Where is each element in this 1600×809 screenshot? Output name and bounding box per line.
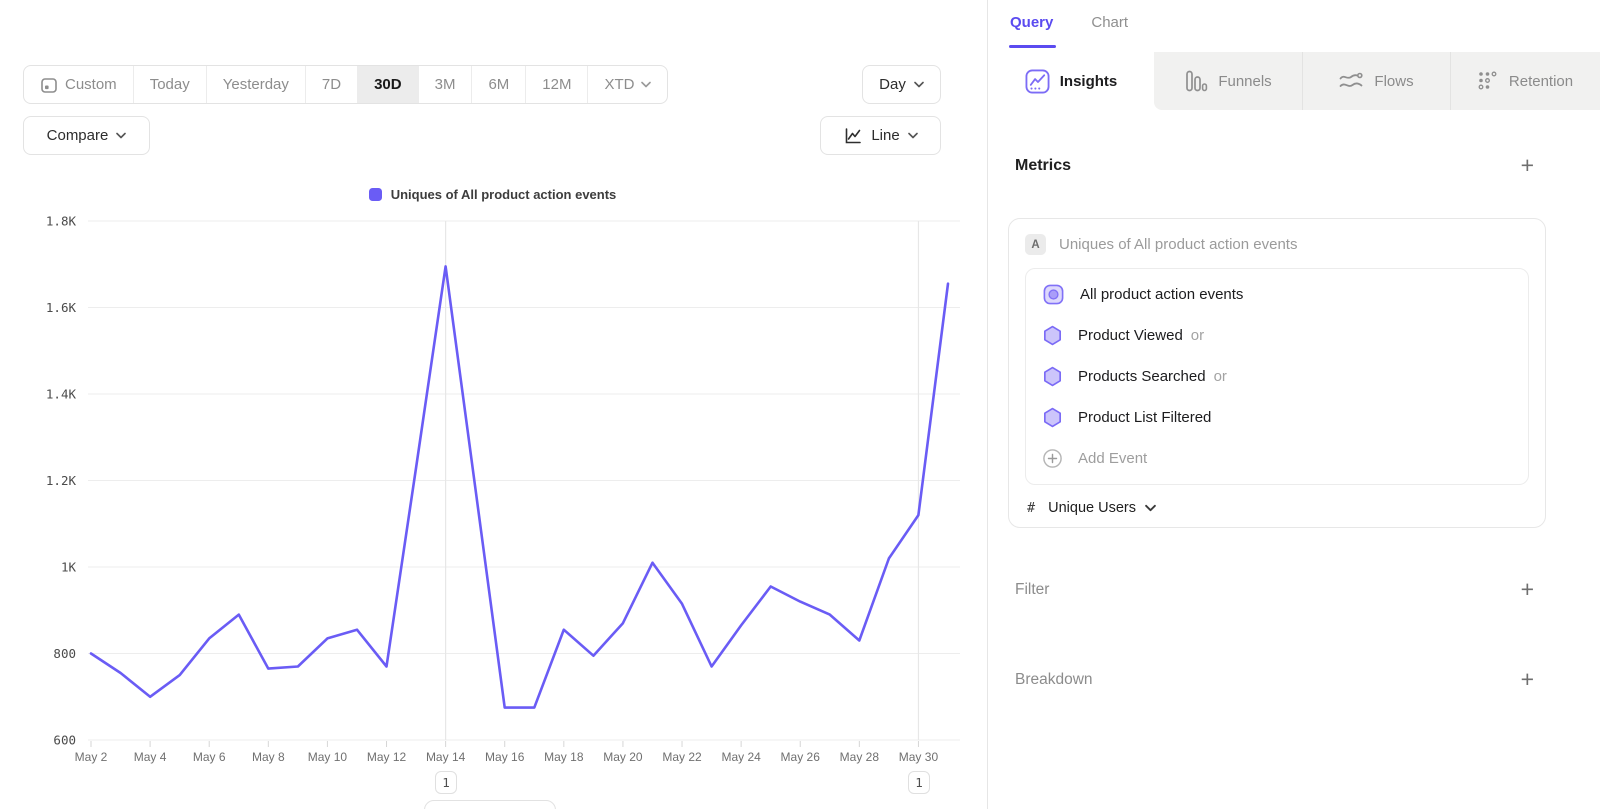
hexagon-event-icon — [1042, 407, 1063, 428]
compare-dropdown[interactable]: Compare — [23, 116, 150, 155]
date-range-control: Custom Today Yesterday 7D 30D 3M 6M 12M … — [23, 65, 668, 104]
range-3m[interactable]: 3M — [419, 66, 473, 103]
hexagon-event-icon — [1042, 366, 1063, 387]
metrics-title: Metrics — [1015, 157, 1071, 175]
metric-letter-badge: A — [1025, 234, 1046, 255]
chevron-down-icon — [914, 81, 924, 88]
add-filter-button[interactable]: + — [1521, 578, 1534, 601]
tab-chart[interactable]: Chart — [1091, 14, 1128, 31]
tab-insights[interactable]: Insights — [988, 52, 1154, 110]
events-card: All product action events Product Viewed… — [1025, 268, 1529, 485]
event-row-product-list-filtered[interactable]: Product List Filtered — [1026, 397, 1528, 438]
metric-title-text: Uniques of All product action events — [1059, 236, 1297, 253]
event-row-products-searched[interactable]: Products Searched or — [1026, 356, 1528, 397]
line-chart-icon — [843, 126, 863, 146]
query-chart-tabs: Query Chart — [1010, 14, 1128, 31]
y-axis-label: 1K — [61, 560, 77, 575]
range-30d[interactable]: 30D — [358, 66, 419, 103]
hash-icon: # — [1027, 500, 1035, 516]
chevron-down-icon — [1145, 504, 1156, 512]
y-axis-label: 600 — [53, 733, 76, 748]
granularity-dropdown[interactable]: Day — [862, 65, 941, 104]
range-label: Custom — [65, 76, 117, 93]
insights-icon — [1025, 69, 1050, 94]
x-axis-label: May 28 — [840, 750, 880, 764]
measure-label: Unique Users — [1048, 500, 1136, 516]
flow-waves-icon — [1338, 70, 1364, 92]
partial-popup-edge — [424, 800, 556, 809]
x-axis-label: May 16 — [485, 750, 525, 764]
filter-section-header: Filter + — [1015, 578, 1534, 601]
event-row-all-product-action-events[interactable]: All product action events — [1026, 274, 1528, 315]
x-axis-label: May 22 — [662, 750, 702, 764]
y-axis-label: 1.8K — [46, 214, 77, 229]
x-axis-label: May 20 — [603, 750, 643, 764]
range-7d[interactable]: 7D — [306, 66, 358, 103]
x-axis-label: May 2 — [75, 750, 108, 764]
active-tab-underline — [1009, 45, 1056, 48]
add-event-button[interactable]: Add Event — [1026, 438, 1528, 479]
y-axis-label: 800 — [53, 646, 76, 661]
legend-label: Uniques of All product action events — [391, 187, 617, 202]
x-axis-label: May 6 — [193, 750, 226, 764]
query-panel: Query Chart Insights Funnels — [988, 0, 1600, 809]
chart-type-dropdown[interactable]: Line — [820, 116, 941, 155]
range-xtd[interactable]: XTD — [588, 66, 667, 103]
x-axis-label: May 14 — [426, 750, 466, 764]
event-group-icon — [1042, 283, 1065, 306]
add-breakdown-button[interactable]: + — [1521, 668, 1534, 691]
x-axis-label: May 18 — [544, 750, 584, 764]
chevron-down-icon — [908, 132, 918, 139]
dot-grid-icon — [1477, 70, 1499, 92]
calendar-icon — [40, 76, 58, 94]
y-axis-label: 1.4K — [46, 387, 77, 402]
breakdown-section-header: Breakdown + — [1015, 668, 1534, 691]
mixpanel-insights-report: 600 800 1K 1.2K 1.4K 1.6K 1.8K May 2 May 4 May 6 M… — [0, 0, 1600, 809]
chart-panel: 600 800 1K 1.2K 1.4K 1.6K 1.8K May 2 May 4 May 6 M… — [0, 0, 985, 809]
circle-plus-icon — [1042, 448, 1063, 469]
measure-selector[interactable]: # Unique Users — [1009, 485, 1545, 531]
report-type-tabs: Insights Funnels Flows Retention — [988, 52, 1600, 110]
hexagon-event-icon — [1042, 325, 1063, 346]
chevron-down-icon — [116, 132, 126, 139]
tab-retention[interactable]: Retention — [1450, 52, 1600, 110]
tab-flows[interactable]: Flows — [1302, 52, 1450, 110]
legend-swatch — [369, 188, 382, 201]
x-axis-label: May 24 — [721, 750, 761, 764]
x-axis-label: May 26 — [781, 750, 821, 764]
x-axis-label: May 12 — [367, 750, 407, 764]
x-axis-label: May 4 — [134, 750, 167, 764]
add-metric-button[interactable]: + — [1521, 154, 1534, 177]
range-custom[interactable]: Custom — [24, 66, 134, 103]
y-axis-label: 1.6K — [46, 300, 77, 315]
x-axis-label: May 10 — [308, 750, 348, 764]
metric-card: A Uniques of All product action events A… — [1008, 218, 1546, 528]
breakdown-title: Breakdown — [1015, 671, 1093, 689]
x-axis-label: May 8 — [252, 750, 285, 764]
y-axis-label: 1.2K — [46, 473, 77, 488]
chevron-down-icon — [641, 81, 651, 88]
range-yesterday[interactable]: Yesterday — [207, 66, 306, 103]
event-row-product-viewed[interactable]: Product Viewed or — [1026, 315, 1528, 356]
filter-title: Filter — [1015, 581, 1049, 599]
funnel-bars-icon — [1184, 69, 1208, 93]
annotation-badge[interactable]: 1 — [908, 771, 930, 794]
range-6m[interactable]: 6M — [472, 66, 526, 103]
annotation-badge[interactable]: 1 — [435, 771, 457, 794]
series-line[interactable] — [91, 266, 948, 707]
tab-funnels[interactable]: Funnels — [1154, 52, 1302, 110]
metrics-section-header: Metrics + — [1015, 154, 1534, 177]
range-12m[interactable]: 12M — [526, 66, 588, 103]
range-today[interactable]: Today — [134, 66, 207, 103]
chart-legend[interactable]: Uniques of All product action events — [0, 187, 985, 202]
tab-query[interactable]: Query — [1010, 14, 1053, 31]
x-axis-label: May 30 — [899, 750, 939, 764]
metric-header[interactable]: A Uniques of All product action events — [1009, 219, 1545, 268]
